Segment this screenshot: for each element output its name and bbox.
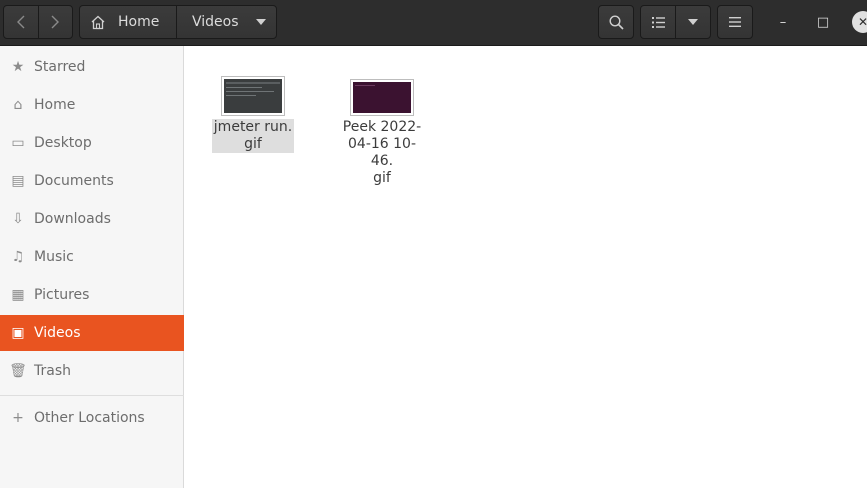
path-home-button[interactable]: Home [80, 6, 176, 38]
list-view-icon [651, 16, 665, 28]
sidebar-item-label: Trash [34, 363, 71, 379]
file-name-line: gif [244, 136, 262, 152]
view-button-group [640, 5, 711, 39]
nav-button-group [3, 5, 73, 39]
file-name-label: jmeter run. gif [211, 119, 295, 153]
picture-icon: ▦ [11, 287, 25, 303]
sidebar-divider [0, 395, 184, 396]
sidebar-item-documents[interactable]: ▤ Documents [0, 163, 184, 199]
sidebar-item-label: Videos [34, 325, 81, 341]
path-home-label: Home [118, 14, 160, 30]
list-view-button[interactable] [641, 6, 675, 38]
hamburger-menu-icon [729, 17, 741, 27]
sidebar-item-label: Desktop [34, 135, 92, 151]
sidebar-item-starred[interactable]: ★ Starred [0, 49, 184, 85]
plus-icon: + [12, 410, 24, 426]
sidebar-item-label: Documents [34, 173, 114, 189]
sidebar-item-desktop[interactable]: ▭ Desktop [0, 125, 184, 161]
music-note-icon: ♫ [11, 249, 25, 265]
minimize-icon: – [779, 14, 787, 30]
search-button[interactable] [598, 5, 634, 39]
desktop-icon: ▭ [11, 135, 25, 151]
sidebar-item-home[interactable]: ⌂ Home [0, 87, 184, 123]
sidebar-item-label: Other Locations [34, 410, 145, 426]
chevron-down-icon [256, 19, 266, 25]
home-icon [91, 15, 105, 29]
path-bar: Home Videos [79, 5, 277, 39]
header-bar: Home Videos – □ ✕ [0, 0, 867, 46]
file-name-label: Peek 2022- 04-16 10-46. gif [340, 119, 424, 187]
chevron-right-icon [51, 15, 60, 29]
back-button[interactable] [4, 6, 38, 38]
sidebar-item-other-locations[interactable]: + Other Locations [0, 400, 184, 436]
sidebar-item-pictures[interactable]: ▦ Pictures [0, 277, 184, 313]
download-icon: ⇩ [12, 211, 24, 227]
sidebar-item-trash[interactable]: 🗑 Trash [0, 353, 184, 389]
path-videos-button[interactable]: Videos [176, 6, 276, 38]
home-icon: ⌂ [13, 97, 23, 113]
maximize-button[interactable]: □ [813, 12, 833, 32]
sidebar-item-videos[interactable]: ▣ Videos [0, 315, 184, 351]
trash-icon: 🗑 [9, 363, 27, 379]
sidebar-item-music[interactable]: ♫ Music [0, 239, 184, 275]
sidebar-item-label: Home [34, 97, 76, 113]
forward-button[interactable] [37, 6, 73, 38]
film-icon: ▣ [11, 325, 25, 341]
file-name-line: jmeter run. [213, 119, 293, 135]
sidebar: ★ Starred ⌂ Home ▭ Desktop ▤ Documents ⇩… [0, 46, 184, 488]
sidebar-item-downloads[interactable]: ⇩ Downloads [0, 201, 184, 237]
file-thumbnail [221, 76, 285, 116]
sidebar-item-label: Starred [34, 59, 86, 75]
view-options-button[interactable] [675, 6, 710, 38]
path-videos-label: Videos [192, 14, 239, 30]
minimize-button[interactable]: – [773, 12, 793, 32]
search-icon [608, 14, 624, 30]
file-name-line: gif [373, 170, 391, 186]
sidebar-item-label: Music [34, 249, 74, 265]
sidebar-item-label: Downloads [34, 211, 111, 227]
thumbnail-image [353, 82, 411, 113]
chevron-down-icon [688, 19, 698, 25]
file-thumbnail [350, 79, 414, 116]
sidebar-item-label: Pictures [34, 287, 90, 303]
chevron-left-icon [16, 15, 25, 29]
file-item-jmeter-run[interactable]: jmeter run. gif [211, 76, 295, 153]
document-icon: ▤ [11, 173, 25, 189]
file-name-line: Peek 2022- [342, 119, 422, 135]
maximize-icon: □ [816, 14, 830, 30]
file-view: jmeter run. gif Peek 2022- 04-16 10-46. … [185, 46, 867, 488]
file-item-peek[interactable]: Peek 2022- 04-16 10-46. gif [340, 79, 424, 187]
close-icon: ✕ [857, 15, 867, 29]
menu-button[interactable] [717, 5, 753, 39]
file-name-line: 04-16 10-46. [348, 136, 416, 169]
close-button[interactable]: ✕ [852, 11, 867, 33]
star-icon: ★ [11, 59, 25, 75]
thumbnail-image [224, 79, 282, 113]
